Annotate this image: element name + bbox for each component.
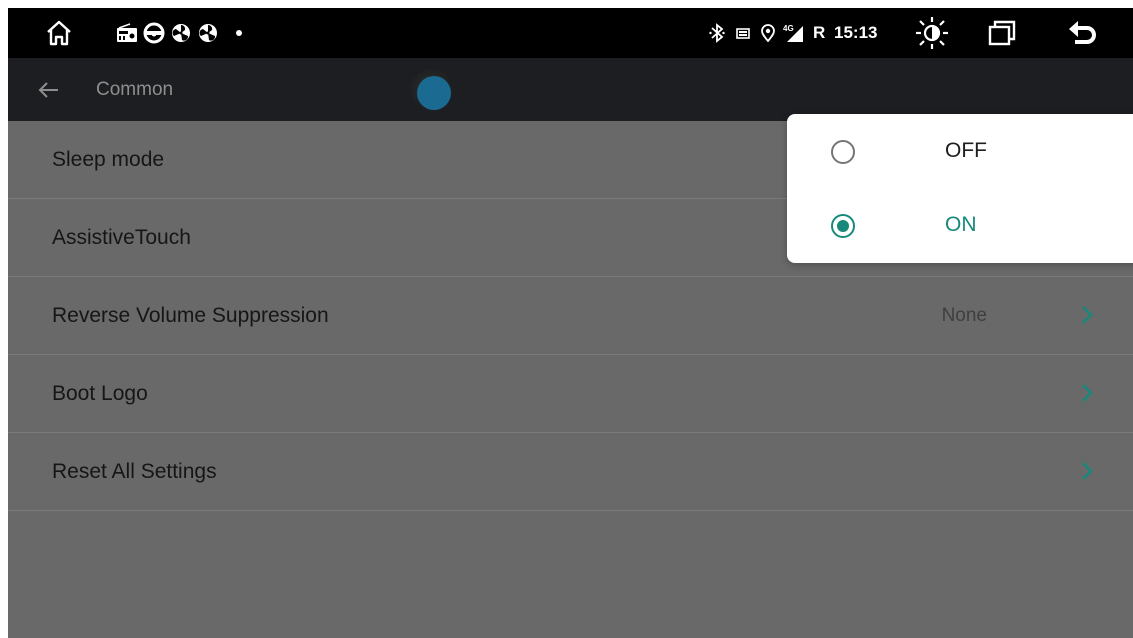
chevron-right-icon <box>1077 383 1097 403</box>
setting-value: None <box>941 305 987 326</box>
back-icon[interactable] <box>1066 8 1100 58</box>
bluetooth-icon <box>708 8 726 58</box>
setting-label: Reset All Settings <box>52 460 217 483</box>
radio-icon <box>116 8 138 58</box>
svg-text:4G: 4G <box>783 24 794 33</box>
radio-selected-icon[interactable] <box>830 213 856 239</box>
roaming-indicator: R <box>813 23 826 42</box>
recent-apps-icon[interactable] <box>986 8 1018 58</box>
option-label: OFF <box>945 139 987 162</box>
setting-label: Boot Logo <box>52 382 148 405</box>
signal-icon: 4G <box>781 8 805 58</box>
sim-icon <box>735 8 751 58</box>
setting-row-reset-all-settings[interactable]: Reset All Settings <box>8 433 1133 511</box>
setting-row-reverse-volume-suppression[interactable]: Reverse Volume Suppression None <box>8 277 1133 355</box>
arrow-back-icon[interactable] <box>36 78 60 102</box>
location-icon <box>760 8 776 58</box>
setting-label: Reverse Volume Suppression <box>52 304 329 327</box>
radio-unselected-icon[interactable] <box>830 139 856 165</box>
setting-row-boot-logo[interactable]: Boot Logo <box>8 355 1133 433</box>
brightness-icon[interactable] <box>914 8 950 58</box>
status-bar: 4G R 15:13 <box>8 8 1133 58</box>
option-off[interactable]: OFF <box>787 114 1133 188</box>
setting-label: AssistiveTouch <box>52 226 191 249</box>
setting-label: Sleep mode <box>52 148 165 171</box>
fan-icon-2 <box>197 8 219 58</box>
assistive-touch-button[interactable] <box>417 76 451 110</box>
fan-icon <box>170 8 192 58</box>
home-icon[interactable] <box>42 8 76 58</box>
page-title: Common <box>96 79 174 100</box>
clock: 15:13 <box>834 23 878 42</box>
dot-icon <box>234 8 244 58</box>
chevron-right-icon <box>1077 305 1097 325</box>
option-label: ON <box>945 213 977 236</box>
option-on[interactable]: ON <box>787 188 1133 262</box>
sleep-mode-popup: OFF ON <box>787 114 1133 263</box>
steering-wheel-icon <box>143 8 165 58</box>
chevron-right-icon <box>1077 461 1097 481</box>
screen: 4G R 15:13 Common Sleep mode AssistiveTo… <box>8 8 1133 638</box>
title-bar: Common <box>8 58 1133 121</box>
